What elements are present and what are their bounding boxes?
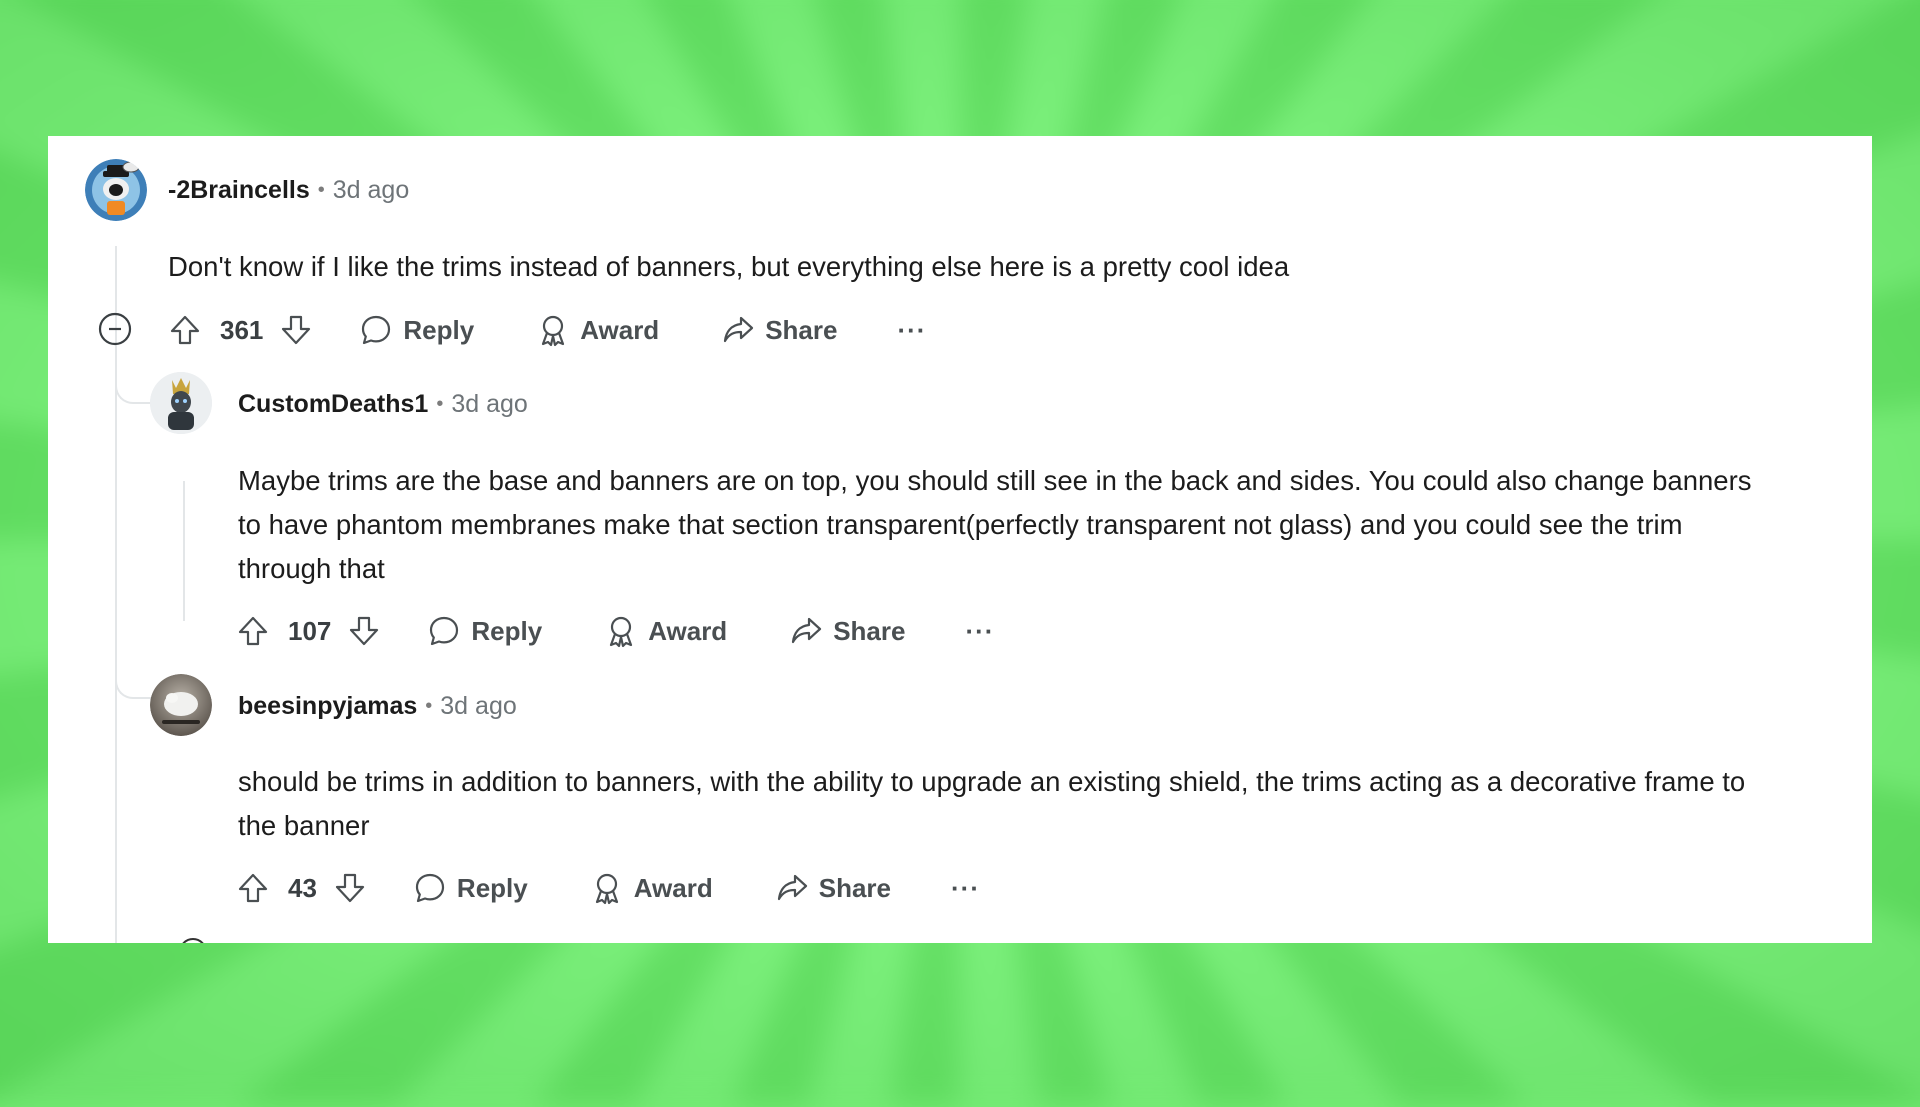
award-button[interactable]: Award	[604, 614, 727, 648]
vote-score: 107	[288, 615, 332, 646]
award-button[interactable]: Award	[590, 871, 713, 905]
username[interactable]: CustomDeaths1	[238, 390, 428, 419]
award-label: Award	[648, 615, 728, 646]
separator-dot: •	[425, 695, 433, 717]
share-label: Share	[765, 314, 838, 345]
award-label: Award	[633, 872, 713, 903]
timestamp[interactable]: 3d ago	[451, 390, 527, 419]
arrow-down-icon	[282, 315, 311, 345]
timestamp[interactable]: 3d ago	[333, 176, 409, 205]
thread-branch	[115, 659, 151, 699]
award-button[interactable]: Award	[536, 313, 659, 347]
vote-score: 361	[220, 314, 264, 345]
share-label: Share	[833, 615, 906, 646]
comment-body: Maybe trims are the base and banners are…	[238, 465, 1752, 584]
comment-meta: beesinpyjamas • 3d ago	[238, 692, 517, 721]
share-arrow-icon	[792, 617, 822, 644]
comment-actions: 43 Reply Award Share ···	[236, 868, 980, 908]
more-options-button[interactable]: ···	[965, 616, 994, 647]
comment-body: Don't know if I like the trims instead o…	[168, 251, 1290, 282]
comment-actions: 107 Reply Award Share ···	[236, 611, 994, 651]
arrow-up-icon	[170, 315, 200, 345]
username[interactable]: beesinpyjamas	[238, 692, 417, 721]
comment-body: should be trims in addition to banners, …	[238, 766, 1746, 841]
arrow-down-icon	[335, 873, 365, 903]
speech-bubble-icon	[430, 616, 459, 646]
arrow-up-icon	[238, 616, 268, 646]
share-label: Share	[818, 872, 891, 903]
arrow-up-icon	[238, 873, 268, 903]
speech-bubble-icon	[415, 873, 445, 903]
thread-line	[115, 246, 117, 943]
upvote-button[interactable]	[236, 871, 270, 905]
comment-meta: CustomDeaths1 • 3d ago	[238, 390, 528, 419]
reply-button[interactable]: Reply	[427, 614, 542, 648]
comment-thread-card: -2Braincells • 3d ago Don't know if I li…	[48, 136, 1872, 943]
share-arrow-icon	[724, 316, 754, 343]
reply-label: Reply	[456, 872, 528, 903]
collapse-thread-button[interactable]	[98, 312, 132, 346]
timestamp[interactable]: 3d ago	[440, 692, 516, 721]
downvote-button[interactable]	[279, 313, 313, 347]
reply-button[interactable]: Reply	[413, 871, 528, 905]
reply-thread-line	[183, 481, 185, 621]
comment-actions: 361 Reply Award Share ···	[168, 310, 926, 350]
award-label: Award	[580, 314, 660, 345]
share-arrow-icon	[777, 874, 807, 901]
more-options-button[interactable]: ···	[951, 873, 980, 904]
avatar[interactable]	[150, 674, 212, 736]
separator-dot: •	[317, 179, 325, 201]
downvote-button[interactable]	[333, 871, 367, 905]
minus-circle-icon	[98, 312, 132, 346]
downvote-button[interactable]	[347, 614, 381, 648]
reply-button[interactable]: Reply	[359, 313, 474, 347]
more-options-button[interactable]: ···	[897, 315, 926, 346]
share-button[interactable]: Share	[721, 313, 837, 347]
award-ribbon-icon	[542, 315, 565, 347]
thread-branch	[115, 362, 151, 404]
reply-label: Reply	[403, 314, 475, 345]
next-avatar-partial	[179, 938, 207, 943]
reply-label: Reply	[471, 615, 543, 646]
share-button[interactable]: Share	[775, 871, 891, 905]
award-ribbon-icon	[610, 616, 633, 648]
avatar[interactable]	[85, 159, 147, 221]
username[interactable]: -2Braincells	[168, 176, 310, 205]
share-button[interactable]: Share	[789, 614, 905, 648]
speech-bubble-icon	[362, 315, 391, 345]
avatar[interactable]	[150, 372, 212, 434]
vote-score: 43	[288, 872, 317, 903]
upvote-button[interactable]	[236, 614, 270, 648]
comment-meta: -2Braincells • 3d ago	[168, 176, 409, 205]
upvote-button[interactable]	[168, 313, 202, 347]
award-ribbon-icon	[595, 873, 618, 905]
separator-dot: •	[436, 393, 444, 415]
arrow-down-icon	[350, 616, 379, 646]
